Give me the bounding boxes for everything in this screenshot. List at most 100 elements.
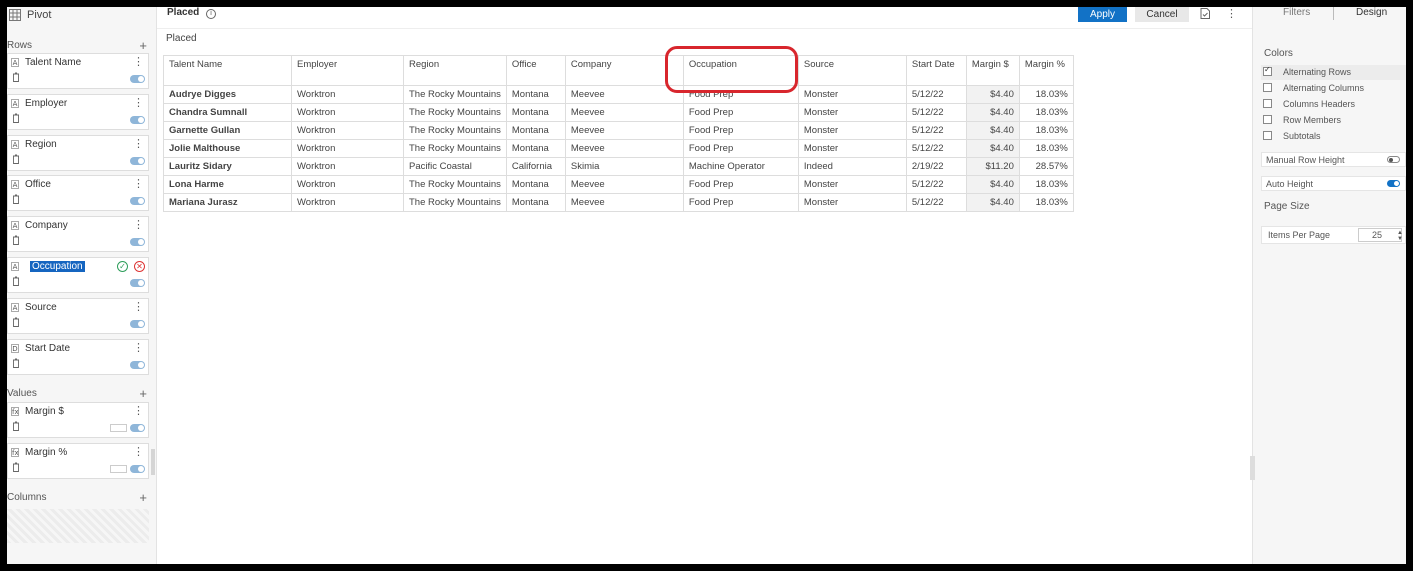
checkbox-label: Subtotals [1283, 131, 1321, 141]
field-menu-icon[interactable]: ⋮ [133, 218, 144, 231]
field-menu-icon[interactable]: ⋮ [133, 137, 144, 150]
table-row: Audrye Digges Worktron The Rocky Mountains… [163, 85, 1074, 104]
field-menu-icon[interactable]: ⋮ [133, 55, 144, 68]
save-icon[interactable] [1200, 8, 1210, 19]
field-menu-icon[interactable]: ⋮ [133, 404, 144, 417]
column-header-employer[interactable]: Employer [291, 55, 404, 86]
row-field-source[interactable]: A Source ⋮ [7, 298, 149, 334]
column-header-region[interactable]: Region [403, 55, 507, 86]
column-header-margin[interactable]: Margin % [1018, 55, 1074, 86]
field-visibility-toggle[interactable] [130, 238, 145, 246]
field-type-icon: A [11, 303, 19, 312]
trash-icon[interactable] [12, 72, 20, 82]
field-visibility-toggle[interactable] [130, 75, 145, 83]
column-header-occupation[interactable]: Occupation [682, 55, 799, 86]
trash-icon[interactable] [12, 113, 20, 123]
tab-filters[interactable]: Filters [1283, 7, 1310, 18]
column-header-start-date[interactable]: Start Date [905, 55, 967, 86]
column-header-source[interactable]: Source [797, 55, 907, 86]
field-visibility-toggle[interactable] [130, 279, 145, 287]
field-name[interactable]: Occupation [30, 261, 85, 272]
checkbox[interactable] [1263, 83, 1272, 92]
trash-icon[interactable] [12, 358, 20, 368]
add-row-icon[interactable]: + [139, 38, 147, 53]
row-field-region[interactable]: A Region ⋮ [7, 135, 149, 171]
field-menu-icon[interactable]: ⋮ [133, 445, 144, 458]
color-option-alternating-rows[interactable]: Alternating Rows [1261, 65, 1406, 80]
color-option-alternating-columns[interactable]: Alternating Columns [1261, 81, 1406, 96]
fields-panel: Pivot Rows + A Talent Name ⋮ A Employer ⋮ A Reg… [7, 7, 157, 564]
apply-button[interactable]: Apply [1078, 7, 1127, 22]
widget-title[interactable]: Placed [167, 7, 199, 18]
checkbox[interactable] [1263, 131, 1272, 140]
column-header-company[interactable]: Company [564, 55, 684, 86]
trash-icon[interactable] [12, 462, 20, 472]
tab-design[interactable]: Design [1356, 7, 1387, 18]
grid-icon [9, 9, 21, 21]
right-panel-resize-handle[interactable] [1250, 456, 1255, 480]
trash-icon[interactable] [12, 194, 20, 204]
field-visibility-toggle[interactable] [130, 361, 145, 369]
pivot-preview: Placed i Apply Cancel ⋮ Placed Talent Na… [157, 7, 1252, 564]
trash-icon[interactable] [12, 421, 20, 431]
field-visibility-toggle[interactable] [130, 197, 145, 205]
value-field-margin[interactable]: fx Margin % ⋮ [7, 443, 149, 479]
table-cell: 2/19/22 [905, 157, 967, 176]
trash-icon[interactable] [12, 276, 20, 286]
field-visibility-toggle[interactable] [130, 116, 145, 124]
add-column-icon[interactable]: + [139, 490, 147, 505]
field-visibility-toggle[interactable] [130, 465, 145, 473]
toolbar: Placed i Apply Cancel ⋮ [157, 7, 1252, 29]
checkbox[interactable] [1263, 99, 1272, 108]
trash-icon[interactable] [12, 235, 20, 245]
spinner-arrows-icon[interactable]: ▲ ▼ [1397, 230, 1403, 242]
field-visibility-toggle[interactable] [130, 424, 145, 432]
checkbox[interactable] [1263, 115, 1272, 124]
field-menu-icon[interactable]: ⋮ [133, 96, 144, 109]
color-option-subtotals[interactable]: Subtotals [1261, 129, 1406, 144]
columns-drop-zone[interactable] [7, 509, 149, 543]
more-options-icon[interactable]: ⋮ [1226, 7, 1237, 20]
table-cell: The Rocky Mountains [403, 103, 507, 122]
column-header-margin[interactable]: Margin $ [965, 55, 1020, 86]
trash-icon[interactable] [12, 317, 20, 327]
table-cell: 18.03% [1018, 103, 1074, 122]
visualization-type[interactable]: Pivot [9, 9, 51, 21]
column-header-office[interactable]: Office [505, 55, 566, 86]
items-per-page-input[interactable]: 25 [1358, 228, 1402, 242]
cancel-button[interactable]: Cancel [1135, 7, 1189, 22]
color-option-columns-headers[interactable]: Columns Headers [1261, 97, 1406, 112]
cancel-edit-icon[interactable]: ✕ [134, 261, 145, 272]
column-header-talent-name[interactable]: Talent Name [163, 55, 292, 86]
trash-icon[interactable] [12, 154, 20, 164]
auto-height-toggle[interactable] [1387, 180, 1400, 187]
field-menu-icon[interactable]: ⋮ [133, 341, 144, 354]
row-field-talent-name[interactable]: A Talent Name ⋮ [7, 53, 149, 89]
checkbox[interactable] [1263, 65, 1272, 76]
items-per-page-row: Items Per Page 25 ▲ ▼ [1261, 226, 1406, 244]
table-cell: 28.57% [1018, 157, 1074, 176]
field-visibility-toggle[interactable] [130, 157, 145, 165]
field-visibility-toggle[interactable] [130, 320, 145, 328]
row-field-employer[interactable]: A Employer ⋮ [7, 94, 149, 130]
left-panel-resize-handle[interactable] [151, 449, 155, 475]
row-field-start-date[interactable]: D Start Date ⋮ [7, 339, 149, 375]
row-field-occupation[interactable]: A Occupation ✓ ✕ [7, 257, 149, 293]
color-option-row-members[interactable]: Row Members [1261, 113, 1406, 128]
table-cell: The Rocky Mountains [403, 139, 507, 158]
color-swatch[interactable] [110, 424, 127, 432]
confirm-icon[interactable]: ✓ [117, 261, 128, 272]
manual-row-height-toggle[interactable] [1387, 156, 1400, 163]
color-swatch[interactable] [110, 465, 127, 473]
field-type-icon: A [11, 140, 19, 149]
add-value-icon[interactable]: + [139, 386, 147, 401]
value-field-margin[interactable]: fx Margin $ ⋮ [7, 402, 149, 438]
info-icon[interactable]: i [206, 9, 216, 19]
auto-height-label: Auto Height [1266, 179, 1314, 189]
field-menu-icon[interactable]: ⋮ [133, 177, 144, 190]
row-field-company[interactable]: A Company ⋮ [7, 216, 149, 252]
row-field-office[interactable]: A Office ⋮ [7, 175, 149, 211]
table-cell: Meevee [564, 85, 684, 104]
field-type-icon: A [11, 99, 19, 108]
field-menu-icon[interactable]: ⋮ [133, 300, 144, 313]
